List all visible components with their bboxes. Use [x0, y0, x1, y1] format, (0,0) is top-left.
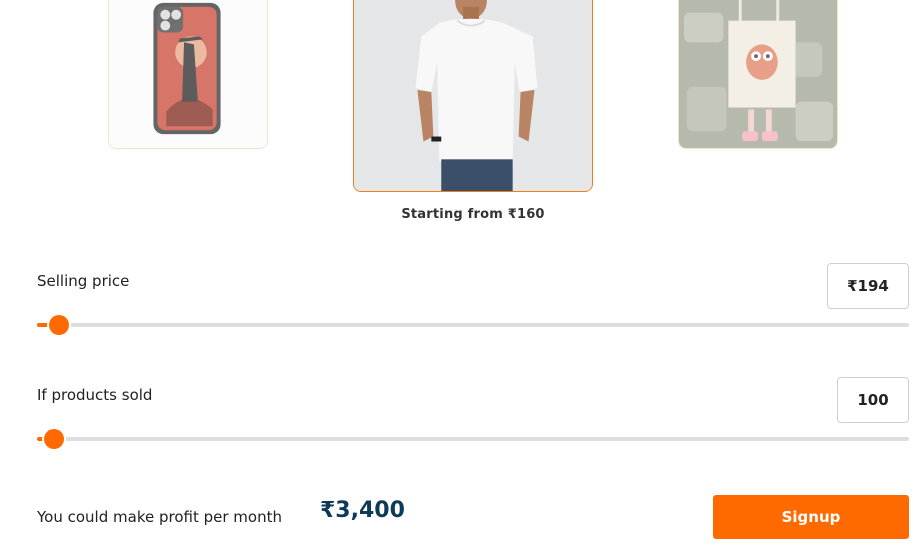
- product-card-phone-cover[interactable]: [108, 0, 268, 149]
- tote-bag-image: [679, 0, 837, 148]
- selling-price-slider[interactable]: [37, 315, 909, 335]
- selling-price-slider-thumb[interactable]: [48, 315, 69, 335]
- products-sold-label: If products sold: [37, 386, 153, 404]
- phone-case-image: [109, 0, 267, 148]
- selling-price-label: Selling price: [37, 272, 130, 290]
- products-sold-input[interactable]: 100: [837, 377, 909, 423]
- products-sold-slider[interactable]: [37, 429, 909, 449]
- tshirt-image: [354, 0, 592, 191]
- profit-label: You could make profit per month: [37, 508, 282, 526]
- profit-value: ₹3,400: [320, 498, 405, 523]
- products-sold-slider-thumb[interactable]: [44, 429, 65, 449]
- product-carousel: Starting from ₹160: [0, 0, 923, 240]
- signup-button[interactable]: Signup: [713, 495, 909, 539]
- starting-price-caption: Starting from ₹160: [401, 207, 545, 222]
- product-card-tshirt[interactable]: [353, 0, 593, 192]
- selling-price-input[interactable]: ₹194: [827, 263, 909, 309]
- product-card-tote-bag[interactable]: [678, 0, 838, 149]
